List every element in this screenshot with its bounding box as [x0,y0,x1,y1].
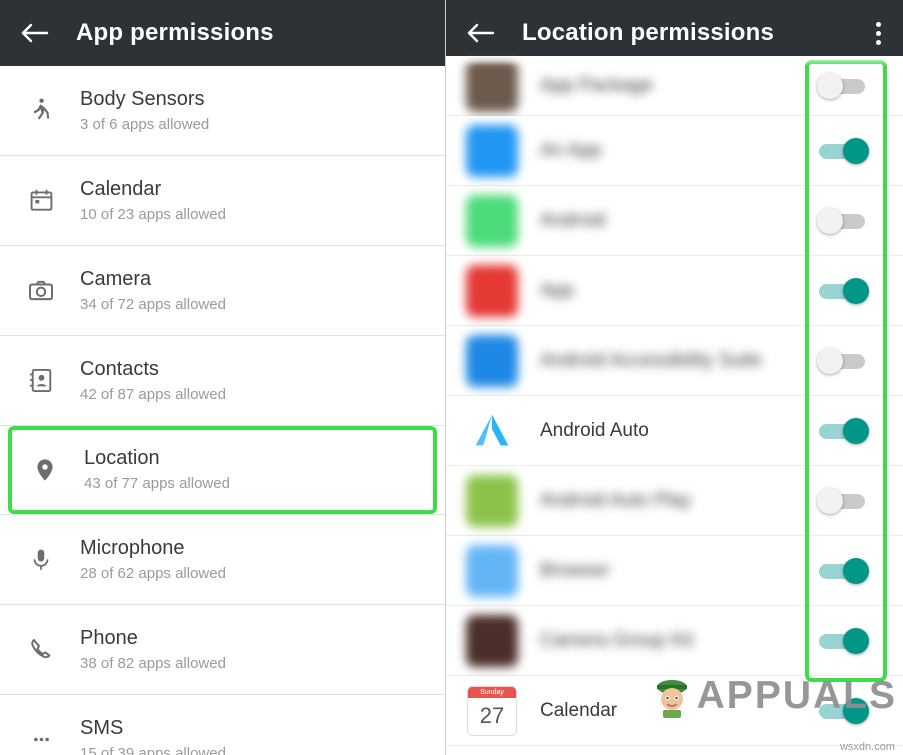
app-icon [466,614,518,667]
location-permissions-screen: Location permissions App Package An App [446,0,903,755]
permission-row-contacts[interactable]: Contacts 42 of 87 apps allowed [0,336,445,426]
calendar-app-icon: Sunday 27 [466,685,518,737]
permission-name: Phone [80,626,138,649]
list-item[interactable]: Camera Group Kit [446,606,903,676]
list-item-calendar[interactable]: Sunday 27 Calendar [446,676,903,746]
left-appbar: App permissions [0,0,445,66]
app-name: Android [540,209,606,231]
permission-toggle[interactable] [817,697,869,724]
back-arrow-icon[interactable] [464,16,498,50]
permission-name: Body Sensors [80,87,205,110]
app-icon [466,194,518,247]
permission-toggle[interactable] [817,207,869,234]
overflow-menu-icon[interactable] [863,16,893,50]
permission-name: Microphone [80,536,185,559]
permission-row-calendar[interactable]: Calendar 10 of 23 apps allowed [0,156,445,246]
permission-row-sms[interactable]: SMS 15 of 39 apps allowed [0,695,445,755]
permission-text: Contacts 42 of 87 apps allowed [68,356,226,406]
app-name: App [540,279,574,301]
permission-name: Contacts [80,357,159,380]
list-item[interactable]: Android Accessibility Suite [446,326,903,396]
permission-summary: 38 of 82 apps allowed [80,654,226,672]
app-name: Android Auto [540,419,649,441]
permission-summary: 15 of 39 apps allowed [80,744,226,755]
camera-icon [14,277,68,305]
permission-row-camera[interactable]: Camera 34 of 72 apps allowed [0,246,445,336]
permission-summary: 42 of 87 apps allowed [80,385,226,403]
app-icon [466,264,518,317]
app-name: App Package [540,74,654,96]
permission-text: Camera 34 of 72 apps allowed [68,266,226,316]
permission-name: Camera [80,267,152,290]
app-name: Android Auto Play [540,489,692,511]
permission-name: SMS [80,716,124,739]
app-icon [466,544,518,597]
page-title: App permissions [76,19,274,46]
list-item-android-auto[interactable]: Android Auto [446,396,903,466]
permission-toggle[interactable] [817,417,869,444]
phone-icon [14,636,68,663]
app-name: An App [540,139,602,161]
permission-row-location-wrapper: Location 43 of 77 apps allowed [0,426,445,515]
permission-text: Phone 38 of 82 apps allowed [68,625,226,675]
permission-list: Body Sensors 3 of 6 apps allowed Calenda… [0,66,445,755]
app-permissions-screen: App permissions Body Sensors 3 of 6 apps… [0,0,446,755]
body-sensors-icon [14,97,68,125]
app-name: Calendar [540,699,618,721]
list-item[interactable]: App Package [446,56,903,116]
permission-toggle[interactable] [817,487,869,514]
permission-summary: 3 of 6 apps allowed [80,115,210,133]
permission-row-microphone[interactable]: Microphone 28 of 62 apps allowed [0,515,445,605]
back-arrow-icon[interactable] [18,16,52,50]
contacts-icon [14,367,68,394]
permission-summary: 28 of 62 apps allowed [80,564,226,582]
permission-toggle[interactable] [817,277,869,304]
app-name: Browser [540,559,610,581]
screenshot-root: App permissions Body Sensors 3 of 6 apps… [0,0,903,755]
sms-icon [14,726,68,753]
calendar-icon-weekday: Sunday [468,686,516,698]
app-icon [466,59,518,112]
permission-text: Microphone 28 of 62 apps allowed [68,535,226,585]
list-item[interactable]: Browser [446,536,903,606]
list-item[interactable]: Android Auto Play [446,466,903,536]
permission-row-body-sensors[interactable]: Body Sensors 3 of 6 apps allowed [0,66,445,156]
list-item[interactable]: An App [446,116,903,186]
permission-row-phone[interactable]: Phone 38 of 82 apps allowed [0,605,445,695]
app-permission-list: App Package An App Android App Android A… [446,56,903,746]
permission-summary: 43 of 77 apps allowed [84,475,230,492]
app-icon [466,124,518,177]
location-pin-icon [18,457,72,483]
calendar-icon [14,187,68,214]
list-item[interactable]: App [446,256,903,326]
page-title: Location permissions [522,19,775,46]
permission-text: Location 43 of 77 apps allowed [72,445,230,495]
calendar-icon-day: 27 [479,703,505,728]
microphone-icon [14,547,68,573]
permission-toggle[interactable] [817,627,869,654]
permission-toggle[interactable] [817,137,869,164]
watermark-subtext: wsxdn.com [839,741,895,753]
permission-toggle[interactable] [817,72,869,99]
permission-row-location[interactable]: Location 43 of 77 apps allowed [8,426,437,514]
android-auto-icon [466,404,518,457]
permission-text: Calendar 10 of 23 apps allowed [68,176,226,226]
list-item[interactable]: Android [446,186,903,256]
permission-name: Location [84,447,160,469]
app-icon [466,474,518,527]
app-name: Android Accessibility Suite [540,349,762,371]
permission-summary: 10 of 23 apps allowed [80,205,226,223]
permission-text: SMS 15 of 39 apps allowed [68,715,226,755]
permission-summary: 34 of 72 apps allowed [80,295,226,313]
permission-name: Calendar [80,177,162,200]
permission-toggle[interactable] [817,557,869,584]
permission-toggle[interactable] [817,347,869,374]
permission-text: Body Sensors 3 of 6 apps allowed [68,86,209,136]
app-name: Camera Group Kit [540,629,694,651]
app-icon [466,334,518,387]
